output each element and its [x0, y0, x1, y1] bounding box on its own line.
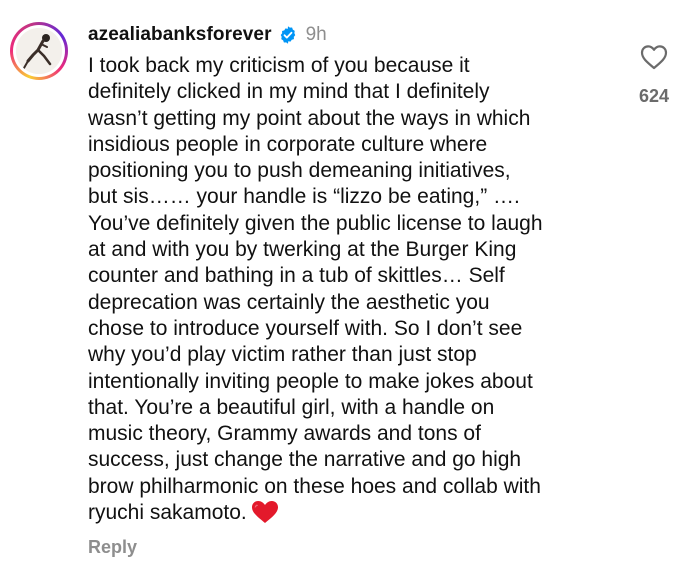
comment-line: insidious people in corporate culture wh…: [88, 132, 488, 156]
comment-line: wasn’t getting my point about the ways i…: [88, 106, 531, 130]
comment-line: brow philharmonic on these hoes and coll…: [88, 474, 541, 498]
comment-line: music theory, Grammy awards and tons of: [88, 422, 481, 446]
comment-line: deprecation was certainly the aesthetic …: [88, 290, 490, 314]
verified-badge-icon: [280, 26, 295, 44]
comment-header: azealiabanksforever 9h: [88, 20, 327, 50]
comment-line: intentionally inviting people to make jo…: [88, 369, 533, 393]
comment-line: positioning you to push demeaning initia…: [88, 159, 511, 183]
avatar-ring-gap: [13, 25, 65, 77]
comment-line: chose to introduce yourself with. So I d…: [88, 316, 523, 340]
comment-last-line: ryuchi sakamoto.: [88, 500, 628, 526]
comment: azealiabanksforever 9h I took back my cr…: [0, 0, 700, 573]
comment-line: counter and bathing in a tub of skittles…: [88, 264, 505, 288]
comment-line: You’ve definitely given the public licen…: [88, 211, 543, 235]
timestamp: 9h: [305, 24, 327, 45]
comment-line: ryuchi sakamoto.: [88, 501, 247, 525]
comment-line: success, just change the narrative and g…: [88, 448, 522, 472]
avatar[interactable]: [10, 22, 68, 80]
comment-line: that. You’re a beautiful girl, with a ha…: [88, 395, 495, 419]
comment-text: I took back my criticism of you because …: [88, 53, 628, 526]
avatar-figure-icon: [16, 28, 62, 74]
comment-line: definitely clicked in my mind that I def…: [88, 80, 490, 104]
comment-line: but sis…… your handle is “lizzo be eatin…: [88, 185, 520, 209]
heart-outline-icon[interactable]: [640, 44, 668, 70]
comment-line: at and with you by twerking at the Burge…: [88, 238, 517, 262]
comment-line: why you’d play victim rather than just s…: [88, 343, 477, 367]
username-link[interactable]: azealiabanksforever: [88, 24, 272, 46]
like-count: 624: [638, 86, 670, 106]
red-heart-emoji-icon: [251, 501, 278, 524]
avatar-image: [16, 28, 62, 74]
reply-button[interactable]: Reply: [88, 537, 137, 558]
comment-line: I took back my criticism of you because …: [88, 54, 470, 77]
